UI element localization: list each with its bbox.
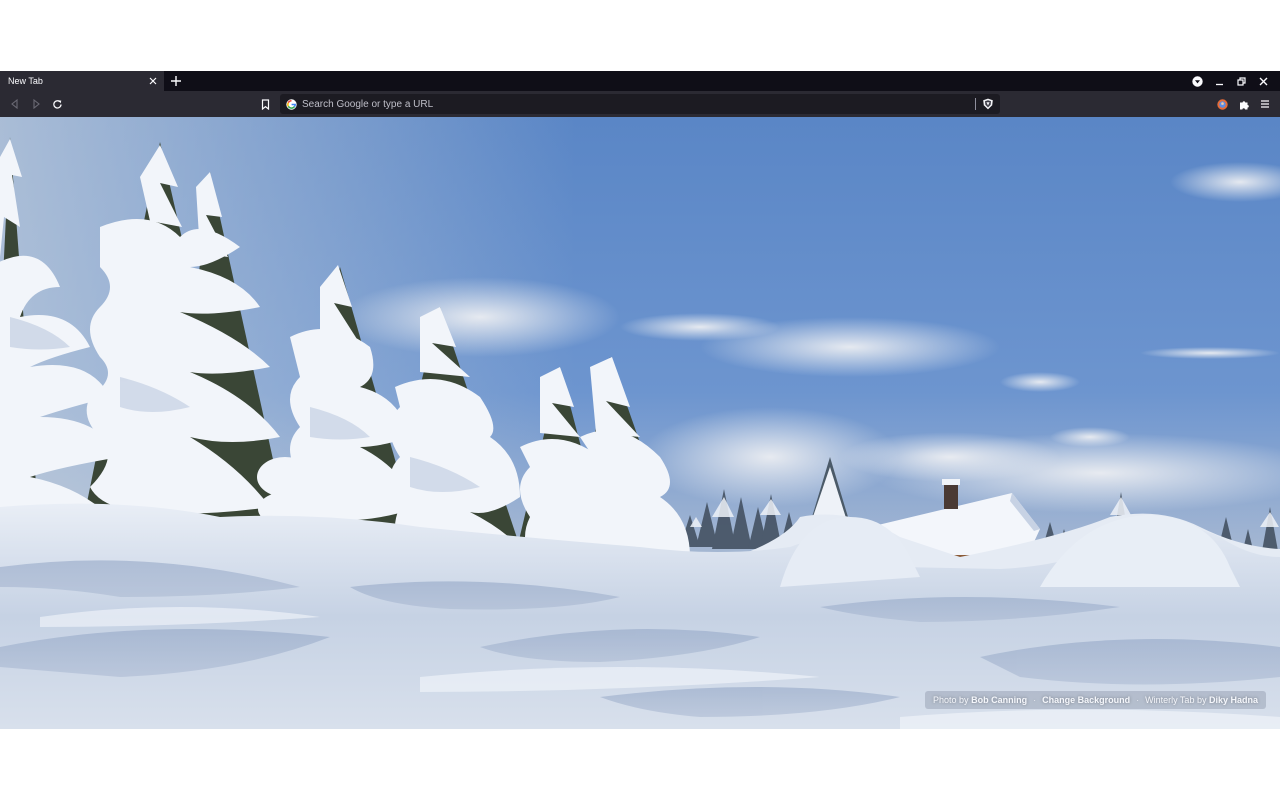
hamburger-menu-icon <box>1261 100 1269 108</box>
bookmark-icon <box>261 98 269 110</box>
reload-button[interactable] <box>49 96 65 112</box>
winter-background-image <box>0 117 1280 729</box>
credit-separator: · <box>1136 695 1140 705</box>
theme-credit-prefix: Winterly Tab by <box>1145 695 1207 705</box>
close-window-button[interactable] <box>1252 71 1274 91</box>
restore-icon <box>1236 76 1246 86</box>
new-tab-button[interactable] <box>168 73 184 89</box>
brave-shield-icon[interactable] <box>982 98 994 110</box>
navigation-toolbar <box>0 91 1280 117</box>
credit-separator: · <box>1033 695 1037 705</box>
download-indicator-button[interactable] <box>1186 71 1208 91</box>
profile-avatar-icon <box>1216 98 1228 110</box>
url-divider <box>975 98 976 110</box>
forward-button[interactable] <box>28 96 44 112</box>
extensions-button[interactable] <box>1236 96 1252 112</box>
restore-button[interactable] <box>1230 71 1252 91</box>
photo-credit-prefix: Photo by <box>933 695 969 705</box>
plus-icon <box>171 76 181 86</box>
url-input[interactable] <box>302 98 975 110</box>
download-indicator-icon <box>1191 75 1203 87</box>
minimize-icon <box>1215 83 1223 85</box>
tab-new-tab[interactable]: New Tab <box>0 71 164 91</box>
puzzle-piece-icon <box>1239 100 1249 109</box>
google-g-icon <box>286 98 297 110</box>
forward-arrow-icon <box>33 99 40 109</box>
browser-window: New Tab Search Google or type a URL Phot… <box>0 71 1280 729</box>
minimize-button[interactable] <box>1208 71 1230 91</box>
tab-title: New Tab <box>8 76 43 86</box>
window-controls <box>1186 71 1274 91</box>
change-background-button[interactable]: Change Background <box>1042 695 1130 705</box>
app-menu-button[interactable] <box>1257 96 1273 112</box>
new-tab-page: Photo by Bob Canning · Change Background… <box>0 117 1280 729</box>
tab-strip: New Tab <box>0 71 1280 91</box>
address-bar[interactable] <box>280 94 1000 114</box>
bookmark-button[interactable] <box>257 96 273 112</box>
tab-close-icon[interactable] <box>147 75 159 87</box>
theme-author-link[interactable]: Diky Hadna <box>1209 695 1258 705</box>
profile-button[interactable] <box>1214 96 1230 112</box>
background-credits: Photo by Bob Canning · Change Background… <box>925 691 1266 709</box>
back-arrow-icon <box>11 99 18 109</box>
close-icon <box>1259 77 1267 85</box>
reload-icon <box>52 99 62 109</box>
photographer-link[interactable]: Bob Canning <box>971 695 1027 705</box>
back-button[interactable] <box>7 96 23 112</box>
